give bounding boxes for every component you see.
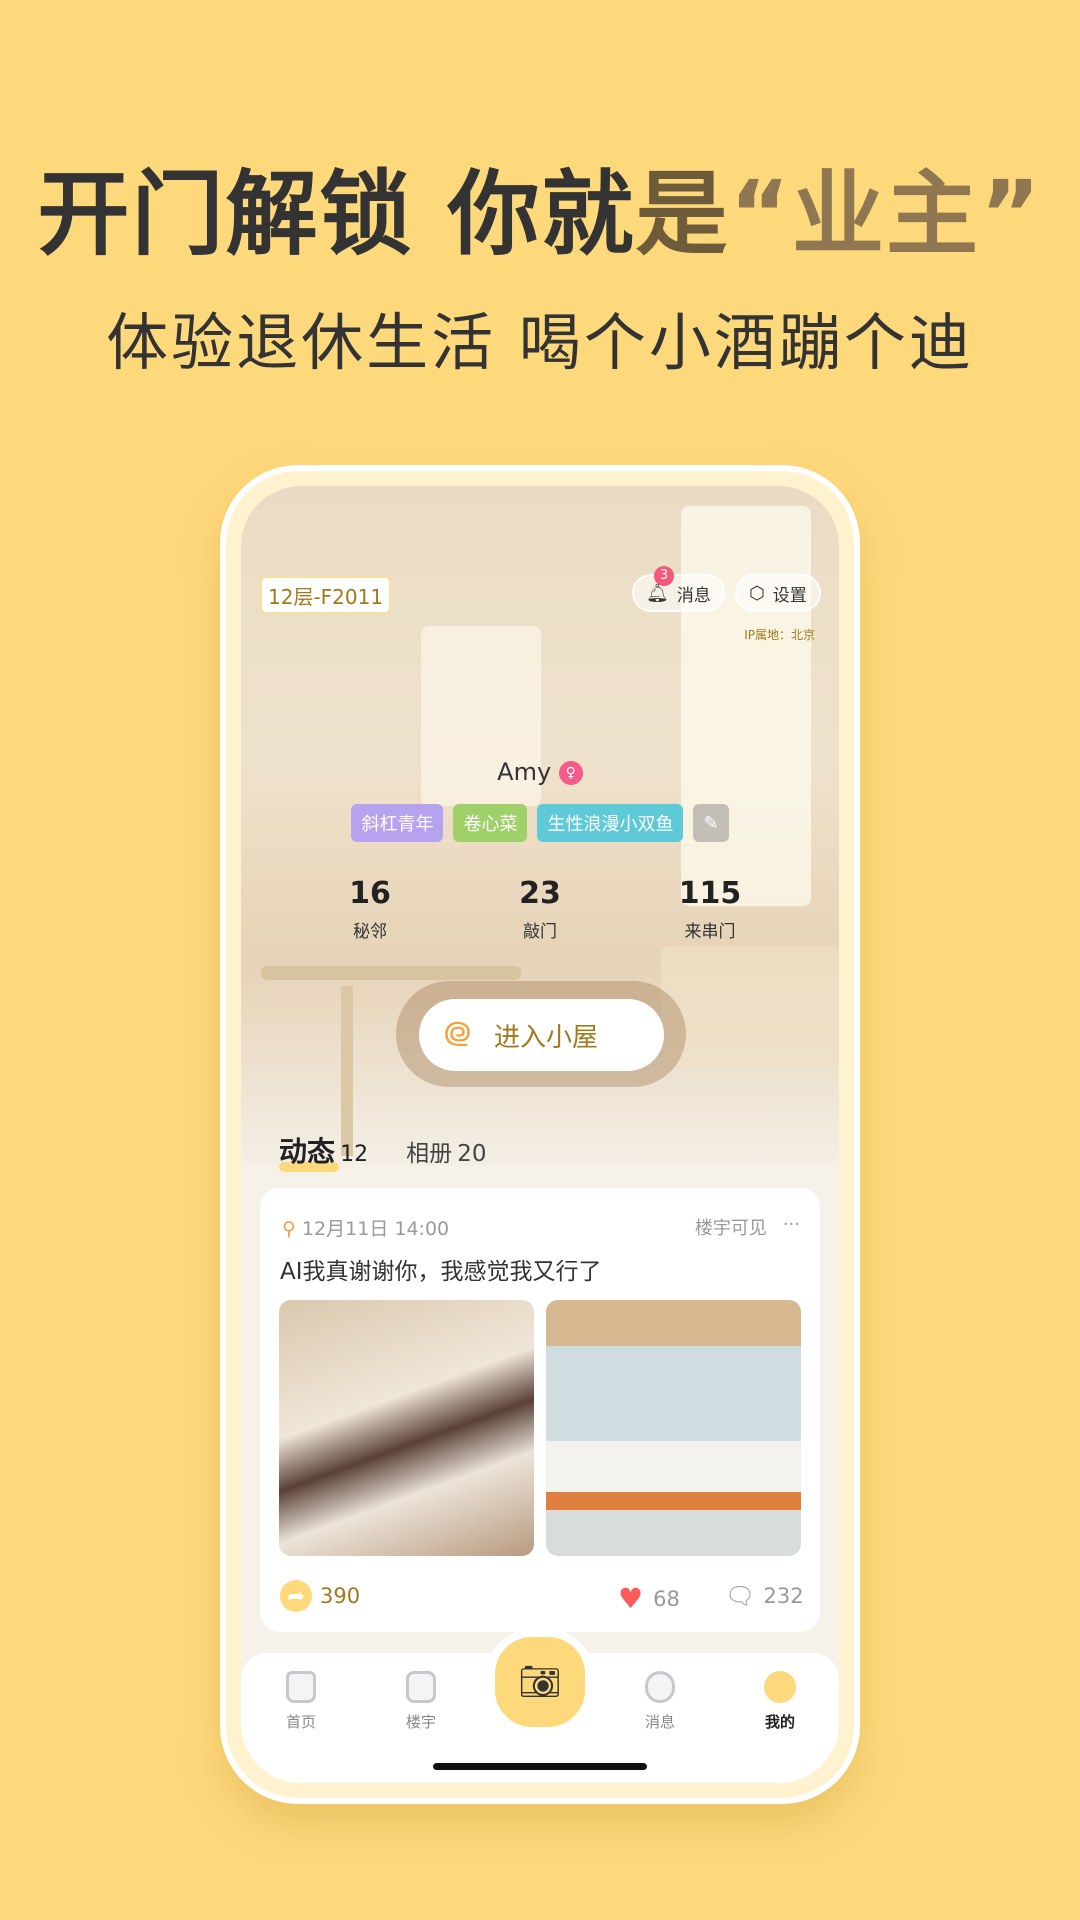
headline-part2: 是 xyxy=(635,161,730,268)
tab-label: 相册 xyxy=(406,1141,453,1167)
camera-button[interactable]: 📷︎ xyxy=(487,1629,593,1735)
phone-screen: 12层-F2011 🔔︎ 消息 3 ⬡ 设置 IP属地：北京 Amy ♀ 斜杠青… xyxy=(241,486,839,1783)
headline-part1: 开门解锁 你就 xyxy=(37,161,636,268)
post-time: 12月11日 14:00 xyxy=(301,1218,450,1240)
settings-button[interactable]: ⬡ 设置 xyxy=(735,574,821,612)
like-count: 68 xyxy=(653,1586,680,1611)
enter-house-label: 进入小屋 xyxy=(493,1022,598,1053)
stat-label: 敲门 xyxy=(523,922,557,942)
tag: 生性浪漫小双鱼 xyxy=(537,804,684,842)
headline: 开门解锁 你就是“业主” xyxy=(0,140,1080,273)
bottom-nav: 首页 楼宇 📷︎ 消息 我的 xyxy=(241,1629,839,1783)
subtitle: 体验退休生活 喝个小酒蹦个迪 xyxy=(106,306,974,379)
camera-icon: 📷︎ xyxy=(518,1662,562,1702)
stat-neighbors[interactable]: 16 秘邻 xyxy=(310,876,430,942)
tab-bar: 动态 12 相册 20 xyxy=(279,1130,486,1172)
comment-count: 232 xyxy=(763,1584,804,1608)
share-button[interactable]: ➦ 390 xyxy=(280,1580,360,1612)
nav-building[interactable]: 楼宇 xyxy=(371,1671,471,1732)
tag: 卷心菜 xyxy=(453,804,528,842)
tag-list: 斜杠青年 卷心菜 生性浪漫小双鱼 ✎ xyxy=(241,804,839,842)
post-meta: 楼宇可见 ··· xyxy=(695,1214,800,1240)
location-pin-icon: ⚲ xyxy=(282,1218,296,1240)
messages-badge: 3 xyxy=(654,566,674,586)
share-arrow-icon: ➦ xyxy=(280,1580,312,1612)
stat-label: 来串门 xyxy=(684,922,736,942)
nav-label: 首页 xyxy=(285,1713,316,1731)
settings-hexagon-icon: ⬡ xyxy=(749,582,765,604)
post-text: AI我真谢谢你，我感觉我又行了 xyxy=(280,1259,602,1285)
comment-bubble-icon: 🗨︎ xyxy=(725,1582,756,1610)
stat-label: 秘邻 xyxy=(353,922,387,942)
messages-label: 消息 xyxy=(676,585,711,606)
comment-button[interactable]: 🗨︎ 232 xyxy=(725,1582,804,1610)
post-image-reading[interactable] xyxy=(279,1300,534,1556)
settings-label: 设置 xyxy=(772,585,807,606)
stat-knocks[interactable]: 23 敲门 xyxy=(480,876,600,942)
tab-label: 动态 xyxy=(279,1135,336,1168)
tab-count: 20 xyxy=(457,1141,487,1167)
floor-tag[interactable]: 12层-F2011 xyxy=(260,576,392,614)
share-count: 390 xyxy=(320,1584,361,1608)
home-icon xyxy=(286,1671,316,1703)
nav-home[interactable]: 首页 xyxy=(251,1671,351,1732)
post-card: ⚲ 12月11日 14:00 楼宇可见 ··· AI我真谢谢你，我感觉我又行了 ➦… xyxy=(260,1188,820,1632)
message-ghost-icon xyxy=(645,1671,675,1703)
me-face-icon xyxy=(764,1671,796,1703)
nav-label: 楼宇 xyxy=(405,1713,436,1731)
user-name: Amy xyxy=(497,758,552,786)
stat-value: 115 xyxy=(678,876,742,911)
edit-tags-pencil-icon[interactable]: ✎ xyxy=(693,804,729,842)
stat-value: 16 xyxy=(349,876,391,911)
tab-posts[interactable]: 动态 12 xyxy=(279,1130,369,1172)
tab-album[interactable]: 相册 20 xyxy=(406,1134,486,1168)
tab-count: 12 xyxy=(340,1142,369,1167)
stats-row: 16 秘邻 23 敲门 115 来串门 xyxy=(310,876,770,942)
ip-location: IP属地：北京 xyxy=(744,628,815,642)
like-button[interactable]: ♥ 68 xyxy=(618,1582,680,1615)
user-name-row: Amy ♀ xyxy=(241,758,839,786)
messages-button[interactable]: 🔔︎ 消息 3 xyxy=(632,566,725,612)
headline-part3: “业主” xyxy=(729,161,1043,268)
tag: 斜杠青年 xyxy=(351,804,444,842)
nav-messages[interactable]: 消息 xyxy=(610,1671,710,1732)
home-indicator xyxy=(433,1763,647,1770)
fingerprint-icon: ᪤ xyxy=(443,1010,472,1056)
post-image-cooking[interactable] xyxy=(546,1300,801,1556)
heart-icon: ♥ xyxy=(618,1582,644,1615)
post-visibility: 楼宇可见 xyxy=(694,1218,767,1239)
more-options-icon[interactable]: ··· xyxy=(783,1214,800,1240)
enter-house-button[interactable]: ᪤ 进入小屋 xyxy=(419,999,664,1071)
stat-value: 23 xyxy=(519,876,561,911)
stat-visitors[interactable]: 115 来串门 xyxy=(650,876,770,942)
nav-me[interactable]: 我的 xyxy=(730,1671,830,1732)
gender-female-icon: ♀ xyxy=(558,761,583,785)
nav-label: 我的 xyxy=(764,1713,795,1731)
building-icon xyxy=(406,1671,436,1703)
nav-label: 消息 xyxy=(644,1713,675,1731)
post-time-row: ⚲ 12月11日 14:00 xyxy=(282,1214,449,1241)
